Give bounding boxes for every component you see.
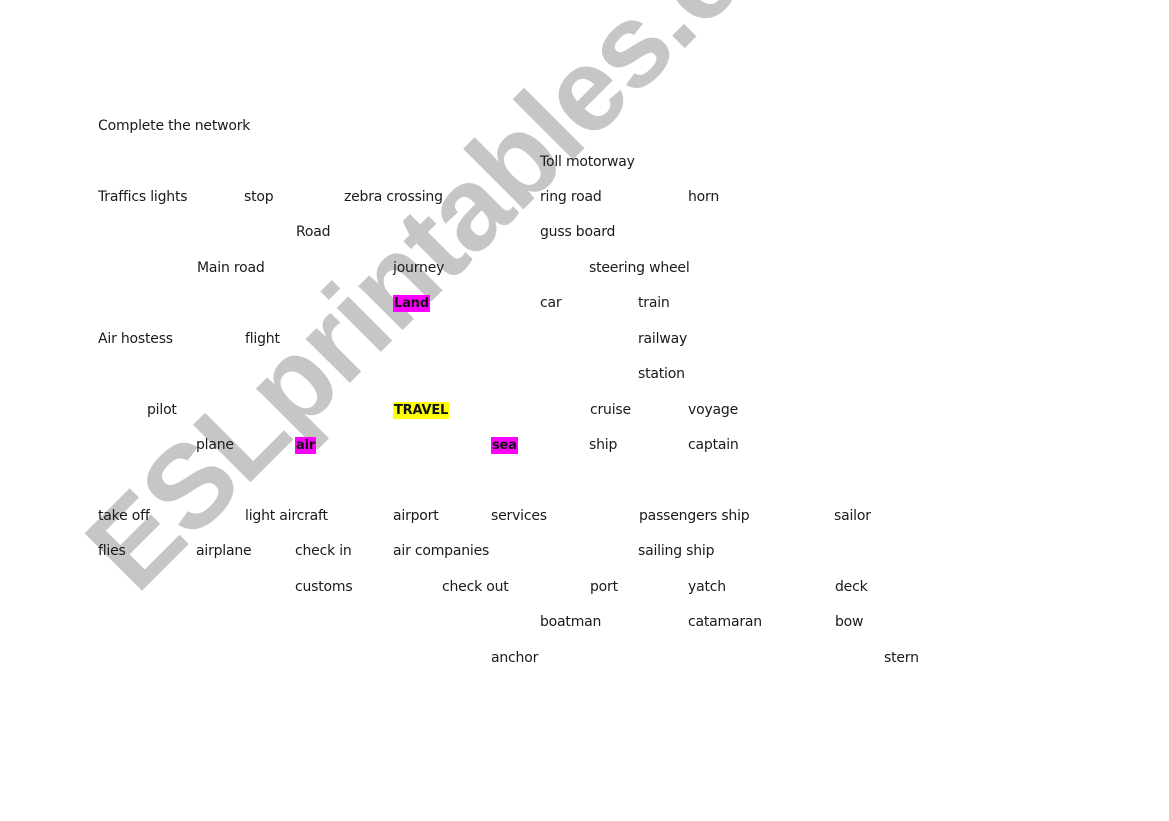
word-railway: railway <box>638 331 688 347</box>
category-sea: sea <box>491 437 518 454</box>
word-air-hostess: Air hostess <box>98 331 173 347</box>
word-sailor: sailor <box>834 508 871 524</box>
word-main-road: Main road <box>197 260 265 276</box>
worksheet-page: ESLprintables.com Complete the network T… <box>0 0 1169 821</box>
word-steering-wheel: steering wheel <box>589 260 690 276</box>
word-catamaran: catamaran <box>688 614 762 630</box>
word-cruise: cruise <box>590 402 631 418</box>
word-deck: deck <box>835 579 868 595</box>
word-take-off: take off <box>98 508 150 524</box>
word-horn: horn <box>688 189 720 205</box>
word-journey: journey <box>393 260 445 276</box>
word-check-out: check out <box>442 579 509 595</box>
watermark: ESLprintables.com <box>61 0 887 615</box>
word-zebra-crossing: zebra crossing <box>344 189 443 205</box>
word-flies: flies <box>98 543 126 559</box>
word-stern: stern <box>884 650 919 666</box>
word-airport: airport <box>393 508 439 524</box>
word-check-in: check in <box>295 543 352 559</box>
word-services: services <box>491 508 547 524</box>
word-toll-motorway: Toll motorway <box>540 154 635 170</box>
word-flight: flight <box>245 331 280 347</box>
word-train: train <box>638 295 670 311</box>
category-air: air <box>295 437 317 454</box>
word-port: port <box>590 579 618 595</box>
word-customs: customs <box>295 579 353 595</box>
word-traffics-lights: Traffics lights <box>98 189 188 205</box>
word-captain: captain <box>688 437 739 453</box>
instruction-text: Complete the network <box>98 118 251 134</box>
word-passengers-ship: passengers ship <box>639 508 750 524</box>
word-voyage: voyage <box>688 402 739 418</box>
word-air-companies: air companies <box>393 543 490 559</box>
word-ring-road: ring road <box>540 189 602 205</box>
word-pilot: pilot <box>147 402 177 418</box>
word-light-aircraft: light aircraft <box>245 508 328 524</box>
word-guss-board: guss board <box>540 224 616 240</box>
word-plane: plane <box>196 437 234 453</box>
word-ship: ship <box>589 437 618 453</box>
word-station: station <box>638 366 685 382</box>
word-sailing-ship: sailing ship <box>638 543 715 559</box>
word-car: car <box>540 295 562 311</box>
word-boatman: boatman <box>540 614 602 630</box>
word-stop: stop <box>244 189 274 205</box>
word-anchor: anchor <box>491 650 539 666</box>
word-yatch: yatch <box>688 579 726 595</box>
word-airplane: airplane <box>196 543 252 559</box>
center-travel: TRAVEL <box>393 402 450 419</box>
word-road: Road <box>296 224 331 240</box>
category-land: Land <box>393 295 430 312</box>
word-bow: bow <box>835 614 864 630</box>
